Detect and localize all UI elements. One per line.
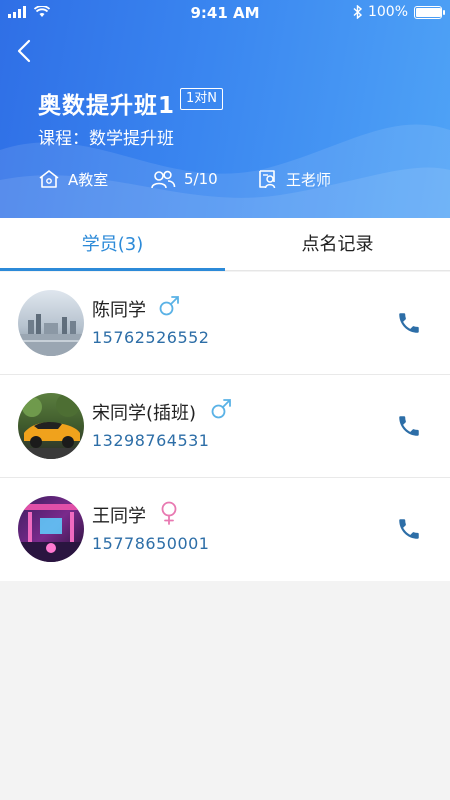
phone-icon [399,313,419,333]
call-button[interactable] [396,516,422,542]
chevron-left-icon [17,39,31,63]
male-icon [211,399,231,419]
male-icon [159,296,179,316]
home-icon [39,170,59,188]
class-header: 9:41 AM 100% 奥数提升班1 1对N 课程：数学提升班 A教室 5/1… [0,0,450,218]
class-type-badge: 1对N [180,88,223,110]
status-bar: 9:41 AM 100% [0,0,450,26]
bluetooth-icon [353,5,362,19]
classroom-info: A教室 [38,169,150,190]
battery-icon [414,5,445,19]
teacher-info: 王老师 [256,168,331,190]
student-list: 陈同学 15762526552 宋同学(插班) 13298764531 王同学 … [0,272,450,581]
student-name: 王同学 [92,506,146,527]
tab-students[interactable]: 学员(3) [0,218,225,271]
users-icon [151,170,176,189]
class-title: 奥数提升班1 [38,93,176,119]
teacher-icon [259,170,276,189]
call-button[interactable] [396,413,422,439]
phone-icon [399,416,419,436]
list-item[interactable]: 王同学 15778650001 [0,478,450,581]
teacher-name: 王老师 [286,170,332,189]
student-phone[interactable]: 15778650001 [92,534,209,553]
tab-bar: 学员(3) 点名记录 [0,218,450,271]
active-tab-indicator [0,268,225,271]
student-name: 宋同学(插班) [92,403,197,424]
list-item[interactable]: 陈同学 15762526552 [0,272,450,375]
avatar [18,290,84,356]
call-button[interactable] [396,310,422,336]
avatar [18,393,84,459]
course-name: 课程：数学提升班 [38,129,174,149]
battery-percent: 100% [367,4,408,20]
student-phone[interactable]: 15762526552 [92,328,209,347]
list-item[interactable]: 宋同学(插班) 13298764531 [0,375,450,478]
student-name: 陈同学 [92,300,146,321]
enrollment-info: 5/10 [150,169,256,189]
phone-icon [399,519,419,539]
tab-attendance-records[interactable]: 点名记录 [225,218,450,271]
back-button[interactable] [12,36,40,66]
avatar [18,496,84,562]
class-info-row: A教室 5/10 王老师 [38,168,331,190]
female-icon [161,501,177,525]
classroom-label: A教室 [68,170,109,189]
student-phone[interactable]: 13298764531 [92,431,209,450]
enrollment-count: 5/10 [184,170,218,188]
